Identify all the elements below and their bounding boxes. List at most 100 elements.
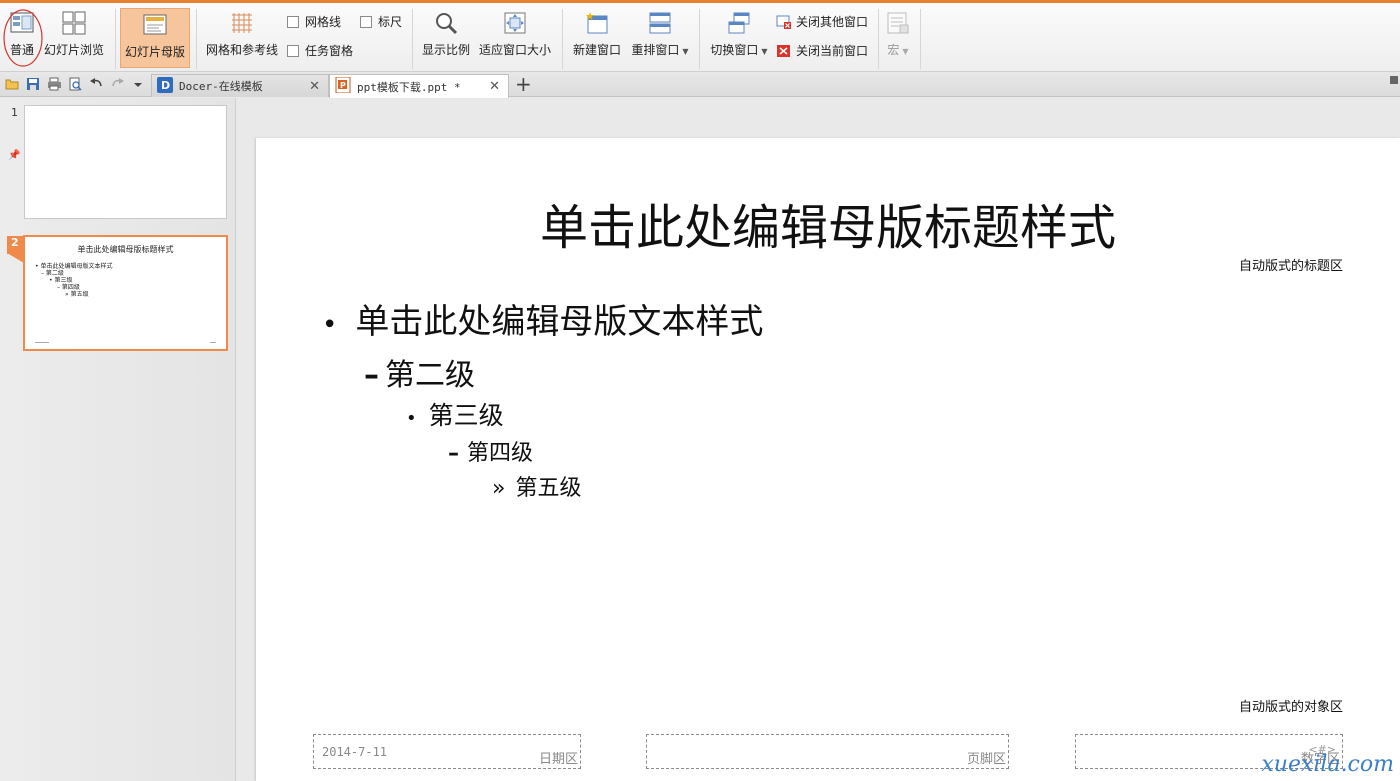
- thumbnail-footer-line: [210, 342, 216, 343]
- customize-dropdown-icon[interactable]: [133, 77, 143, 91]
- slide-master-button[interactable]: 幻灯片母版: [120, 8, 190, 68]
- switch-window-button[interactable]: 切换窗口 ▼: [707, 3, 771, 58]
- switch-window-icon: [727, 11, 751, 35]
- bullet-level-5[interactable]: » 第五级: [492, 470, 581, 502]
- separator: [562, 9, 563, 69]
- collapse-ribbon-icon[interactable]: [1390, 76, 1398, 84]
- slide-thumbnail-2[interactable]: 单击此处编辑母版标题样式 • 单击此处编辑母版文本样式 – 第二级 • 第三级 …: [23, 235, 228, 351]
- ruler-label: 标尺: [378, 15, 403, 29]
- fit-window-label: 适应窗口大小: [478, 43, 551, 57]
- save-icon[interactable]: [26, 77, 41, 91]
- bullet-marker: »: [492, 476, 506, 501]
- zoom-button[interactable]: 显示比例: [420, 3, 472, 58]
- close-tab-icon[interactable]: ✕: [309, 79, 320, 94]
- date-area-label: 日期区: [538, 752, 578, 767]
- new-window-button[interactable]: 新建窗口: [570, 3, 624, 58]
- pin-icon[interactable]: 📌: [8, 150, 20, 161]
- new-tab-button[interactable]: +: [515, 72, 532, 96]
- print-preview-icon[interactable]: [68, 77, 83, 91]
- close-others-label: 关闭其他窗口: [796, 15, 869, 29]
- bullet-text: 第四级: [467, 441, 534, 466]
- slide-sorter-label: 幻灯片浏览: [44, 43, 105, 57]
- ribbon-toolbar: 普通 幻灯片浏览 幻灯片母版 网格和参考线 网格线 标尺 任务窗格 显示比例 适…: [0, 0, 1400, 72]
- separator: [412, 9, 413, 69]
- gridlines-checkbox[interactable]: 网格线: [287, 13, 341, 30]
- macro-button[interactable]: 宏 ▼: [884, 3, 912, 58]
- tab-ppt-document[interactable]: P ppt模板下载.ppt * ✕: [329, 74, 509, 98]
- date-value: 2014-7-11: [322, 745, 388, 759]
- close-current-button[interactable]: 关闭当前窗口: [776, 42, 868, 59]
- close-current-icon: [776, 44, 791, 58]
- thumbnail-title: 单击此处编辑母版标题样式: [77, 245, 174, 254]
- bullet-level-2[interactable]: – 第二级: [364, 350, 475, 394]
- slide-master-label: 幻灯片母版: [124, 45, 185, 59]
- grid-icon: [230, 11, 254, 35]
- task-pane-label: 任务窗格: [305, 44, 354, 58]
- thumbnail-number: 1: [11, 106, 18, 119]
- bullet-marker: –: [448, 441, 459, 466]
- bullet-marker: –: [364, 358, 379, 393]
- fit-window-button[interactable]: 适应窗口大小: [478, 3, 552, 58]
- dropdown-arrow-icon: ▼: [682, 47, 689, 56]
- bullet-text: 第五级: [515, 476, 582, 501]
- slide-sorter-button[interactable]: 幻灯片浏览: [44, 3, 104, 58]
- separator: [115, 9, 116, 69]
- undo-icon[interactable]: [89, 77, 104, 91]
- close-others-icon: [776, 15, 791, 29]
- macro-label: 宏 ▼: [887, 43, 909, 57]
- bullet-text: 单击此处编辑母版文本样式: [355, 302, 764, 342]
- new-window-icon: [585, 11, 609, 35]
- docer-icon: D: [157, 76, 173, 96]
- ruler-checkbox[interactable]: 标尺: [360, 13, 402, 30]
- slide-thumbnail-panel: 1 📌 2 单击此处编辑母版标题样式 • 单击此处编辑母版文本样式 – 第二级 …: [0, 98, 236, 781]
- new-window-label: 新建窗口: [572, 43, 621, 57]
- task-pane-checkbox[interactable]: 任务窗格: [287, 42, 353, 59]
- bullet-level-3[interactable]: • 第三级: [406, 396, 504, 432]
- grid-guides-button[interactable]: 网格和参考线: [204, 3, 280, 58]
- thumbnail-bullets: • 单击此处编辑母版文本样式 – 第二级 • 第三级 – 第四级 » 第五级: [35, 263, 113, 298]
- dropdown-arrow-icon: ▼: [902, 47, 909, 56]
- magnifier-icon: [434, 11, 458, 35]
- redo-icon[interactable]: [110, 77, 125, 91]
- bullet-level-4[interactable]: – 第四级: [448, 435, 533, 467]
- slide-master-canvas[interactable]: 单击此处编辑母版标题样式 自动版式的标题区 • 单击此处编辑母版文本样式 – 第二级…: [256, 138, 1400, 781]
- selected-marker: 2: [7, 236, 24, 263]
- document-tab-bar: D Docer-在线模板 ✕ P ppt模板下载.ppt * ✕ +: [0, 72, 1400, 98]
- footer-area-label: 页脚区: [966, 752, 1006, 767]
- arrange-windows-button[interactable]: 重排窗口 ▼: [629, 3, 691, 58]
- master-title-placeholder[interactable]: 单击此处编辑母版标题样式: [256, 188, 1400, 258]
- svg-text:D: D: [161, 79, 170, 92]
- open-folder-icon[interactable]: [5, 77, 20, 91]
- separator: [196, 9, 197, 69]
- ppt-file-icon: P: [335, 76, 351, 96]
- separator: [920, 9, 921, 69]
- arrange-windows-label: 重排窗口 ▼: [631, 43, 689, 57]
- arrange-windows-icon: [648, 11, 672, 35]
- slide-thumbnail-1[interactable]: [24, 105, 227, 219]
- highlight-circle: [3, 9, 43, 67]
- print-icon[interactable]: [47, 77, 62, 91]
- bullet-level-1[interactable]: • 单击此处编辑母版文本样式: [322, 294, 763, 343]
- thumbnail-number: 2: [11, 236, 19, 249]
- footer-placeholder[interactable]: 页脚区: [646, 734, 1009, 769]
- bullet-marker: •: [322, 310, 338, 340]
- date-placeholder[interactable]: 2014-7-11 日期区: [313, 734, 581, 769]
- switch-window-label: 切换窗口 ▼: [710, 43, 768, 57]
- tab-docer-templates[interactable]: D Docer-在线模板 ✕: [151, 74, 329, 97]
- gridlines-label: 网格线: [305, 15, 342, 29]
- title-area-label: 自动版式的标题区: [1238, 259, 1343, 274]
- object-area-label: 自动版式的对象区: [1238, 700, 1343, 715]
- fit-window-icon: [503, 11, 527, 35]
- slide-sorter-icon: [62, 11, 86, 35]
- separator: [699, 9, 700, 69]
- tab-label: Docer-在线模板: [179, 80, 263, 93]
- watermark-text: xuexila.com: [1261, 752, 1394, 777]
- bullet-marker: •: [406, 408, 417, 429]
- bullet-text: 第二级: [385, 358, 475, 393]
- close-others-button[interactable]: 关闭其他窗口: [776, 13, 868, 30]
- separator: [878, 9, 879, 69]
- close-current-label: 关闭当前窗口: [796, 44, 869, 58]
- thumbnail-footer-line: [35, 342, 49, 343]
- dropdown-arrow-icon: ▼: [761, 47, 768, 56]
- close-tab-icon[interactable]: ✕: [489, 79, 500, 94]
